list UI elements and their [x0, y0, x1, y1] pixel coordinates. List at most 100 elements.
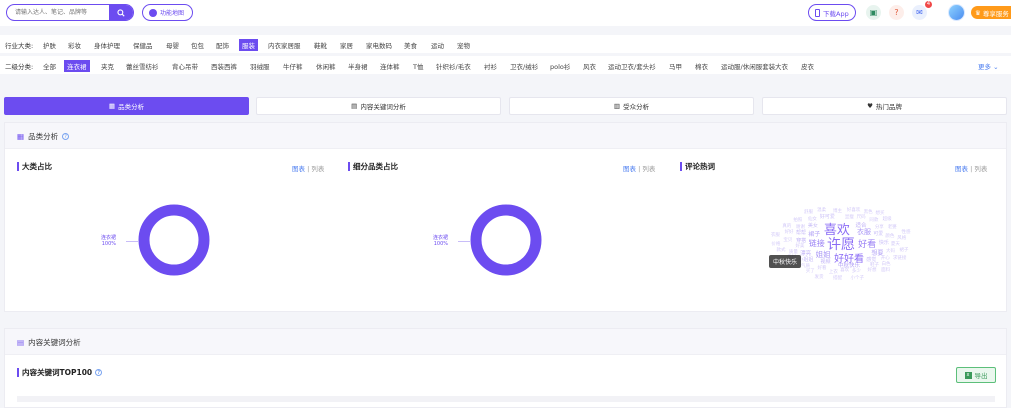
- search-input[interactable]: [7, 5, 111, 20]
- word-cloud-word[interactable]: 价格: [771, 241, 780, 247]
- subcategory-item[interactable]: 卫衣/绒衫: [510, 61, 538, 71]
- word-cloud-word[interactable]: 分享: [875, 224, 884, 230]
- word-cloud-word[interactable]: 谢谢: [796, 224, 805, 230]
- subcategory-item[interactable]: 棉衣: [695, 61, 708, 71]
- word-cloud-word[interactable]: 快乐: [879, 239, 889, 246]
- industry-item[interactable]: 美食: [404, 40, 417, 50]
- tab-keyword-analysis[interactable]: ▤ 内容关键词分析: [256, 97, 501, 115]
- subcategory-item[interactable]: 皮衣: [801, 61, 814, 71]
- feature-map-button[interactable]: 功能地图: [142, 4, 194, 21]
- word-cloud-word[interactable]: 仙女: [808, 216, 817, 222]
- subcategory-item[interactable]: 背心吊带: [172, 61, 198, 71]
- word-cloud-word[interactable]: 适合: [856, 221, 867, 229]
- industry-item[interactable]: 家居: [340, 40, 353, 50]
- word-cloud-word[interactable]: 老婆: [888, 224, 897, 230]
- tab-category-analysis[interactable]: ▦ 品类分析: [4, 97, 249, 115]
- word-cloud-word[interactable]: 风格: [897, 235, 906, 241]
- subcategory-item[interactable]: 大衣: [775, 61, 788, 71]
- subcategory-item[interactable]: 风衣: [583, 61, 596, 71]
- avatar[interactable]: [948, 4, 965, 21]
- word-cloud-word[interactable]: 搭配: [833, 275, 842, 281]
- word-cloud-word[interactable]: 衣服: [857, 227, 871, 237]
- subcategory-item[interactable]: 衬衫: [484, 61, 497, 71]
- industry-item[interactable]: 母婴: [166, 40, 179, 50]
- subcategory-item[interactable]: 牛仔裤: [283, 61, 303, 71]
- word-cloud-word[interactable]: 显瘦: [845, 214, 854, 220]
- word-cloud-word[interactable]: 尺码: [857, 214, 866, 220]
- tab-hot-brands[interactable]: ♥ 热门品牌: [762, 97, 1007, 115]
- subcategory-item[interactable]: 连体裤: [380, 61, 400, 71]
- pie-slice[interactable]: [138, 204, 210, 276]
- word-cloud-word[interactable]: 超级: [883, 216, 892, 222]
- industry-item[interactable]: 宠物: [457, 40, 470, 50]
- word-cloud-word[interactable]: 上衣: [829, 269, 838, 275]
- subcategory-item[interactable]: 运动服/休闲服套装: [721, 61, 775, 71]
- word-cloud-word[interactable]: 多少: [852, 268, 861, 274]
- help-icon[interactable]: ?: [95, 369, 103, 376]
- word-cloud-word[interactable]: 大码: [886, 248, 895, 254]
- word-cloud-word[interactable]: 裙子: [899, 247, 908, 253]
- industry-item[interactable]: 保健品: [133, 40, 153, 50]
- subcategory-item[interactable]: 休闲裤: [316, 61, 336, 71]
- word-cloud-word[interactable]: 好想: [867, 267, 876, 273]
- help-icon[interactable]: ?: [62, 133, 70, 140]
- store-icon[interactable]: ▣: [866, 5, 881, 20]
- subcategory-item[interactable]: 夹克: [101, 61, 114, 71]
- word-cloud-word[interactable]: 宝贝: [783, 237, 792, 243]
- word-cloud-word[interactable]: 同款: [869, 217, 878, 223]
- word-cloud-word[interactable]: 发货: [814, 274, 823, 280]
- subcategory-item[interactable]: 马甲: [669, 61, 682, 71]
- toggle-list[interactable]: 列表: [974, 165, 987, 173]
- tab-audience-analysis[interactable]: ▥ 受众分析: [509, 97, 754, 115]
- word-cloud-word[interactable]: 喜欢: [824, 219, 850, 238]
- pie-slice[interactable]: [470, 204, 542, 276]
- word-cloud-word[interactable]: 黑色: [864, 209, 873, 215]
- buy-service-button[interactable]: ♛ 尊享服务: [971, 6, 1011, 19]
- word-cloud-word[interactable]: 舒服: [804, 209, 813, 215]
- word-cloud-word[interactable]: 面料: [881, 267, 890, 273]
- toggle-list[interactable]: 列表: [642, 165, 655, 173]
- toggle-chart[interactable]: 图表: [623, 165, 636, 173]
- industry-item[interactable]: 运动: [431, 40, 444, 50]
- word-cloud-word[interactable]: 博主: [833, 208, 842, 214]
- word-cloud-word[interactable]: 想买: [875, 210, 884, 216]
- word-cloud-word[interactable]: 好好: [785, 229, 794, 235]
- subcategory-item[interactable]: 半身裙: [348, 61, 368, 71]
- word-cloud-word[interactable]: 好可爱: [820, 213, 835, 220]
- export-button[interactable]: x 导出: [956, 367, 996, 383]
- word-cloud-word[interactable]: 求链接: [893, 255, 907, 261]
- word-cloud-word[interactable]: 好看: [818, 265, 827, 271]
- toggle-chart[interactable]: 图表: [955, 165, 968, 173]
- subcategory-item[interactable]: 西装西裤: [211, 61, 237, 71]
- industry-item-active[interactable]: 服装: [239, 39, 258, 51]
- word-cloud-word[interactable]: 性感: [902, 229, 911, 235]
- industry-item[interactable]: 彩妆: [68, 40, 81, 50]
- word-cloud-word[interactable]: 可爱: [873, 230, 883, 237]
- industry-item[interactable]: 配饰: [216, 40, 229, 50]
- industry-item[interactable]: 内衣家居服: [268, 40, 301, 50]
- industry-item[interactable]: 身体护理: [94, 40, 120, 50]
- industry-item[interactable]: 鞋靴: [314, 40, 327, 50]
- word-cloud-word[interactable]: 颜色: [885, 233, 894, 239]
- word-cloud-word[interactable]: 衣服: [771, 232, 780, 238]
- word-cloud-word[interactable]: 买了: [806, 268, 815, 274]
- subcategory-item[interactable]: 全部: [43, 61, 56, 71]
- industry-item[interactable]: 包包: [191, 40, 204, 50]
- industry-item[interactable]: 护肤: [43, 40, 56, 50]
- toggle-list[interactable]: 列表: [311, 165, 324, 173]
- word-cloud-word[interactable]: 帮帮: [796, 229, 806, 236]
- word-cloud-word[interactable]: 美女: [808, 222, 818, 229]
- download-app-button[interactable]: 下载App: [808, 4, 856, 21]
- word-cloud-word[interactable]: 好喜欢: [847, 207, 861, 213]
- subcategory-item-active[interactable]: 连衣裙: [64, 60, 90, 72]
- more-categories-button[interactable]: 更多 ⌄: [978, 61, 999, 71]
- subcategory-item[interactable]: polo衫: [550, 61, 570, 71]
- help-icon[interactable]: ?: [889, 5, 904, 20]
- search-button[interactable]: [109, 5, 133, 20]
- word-cloud-word[interactable]: 温柔: [817, 207, 826, 213]
- subcategory-item[interactable]: 蕾丝雪纺衫: [126, 61, 159, 71]
- word-cloud-word[interactable]: 真的: [782, 223, 791, 229]
- subcategory-item[interactable]: 运动卫衣/套头衫: [608, 61, 656, 71]
- subcategory-item[interactable]: 针织衫/毛衣: [436, 61, 471, 71]
- word-cloud-word[interactable]: 链接: [809, 238, 825, 249]
